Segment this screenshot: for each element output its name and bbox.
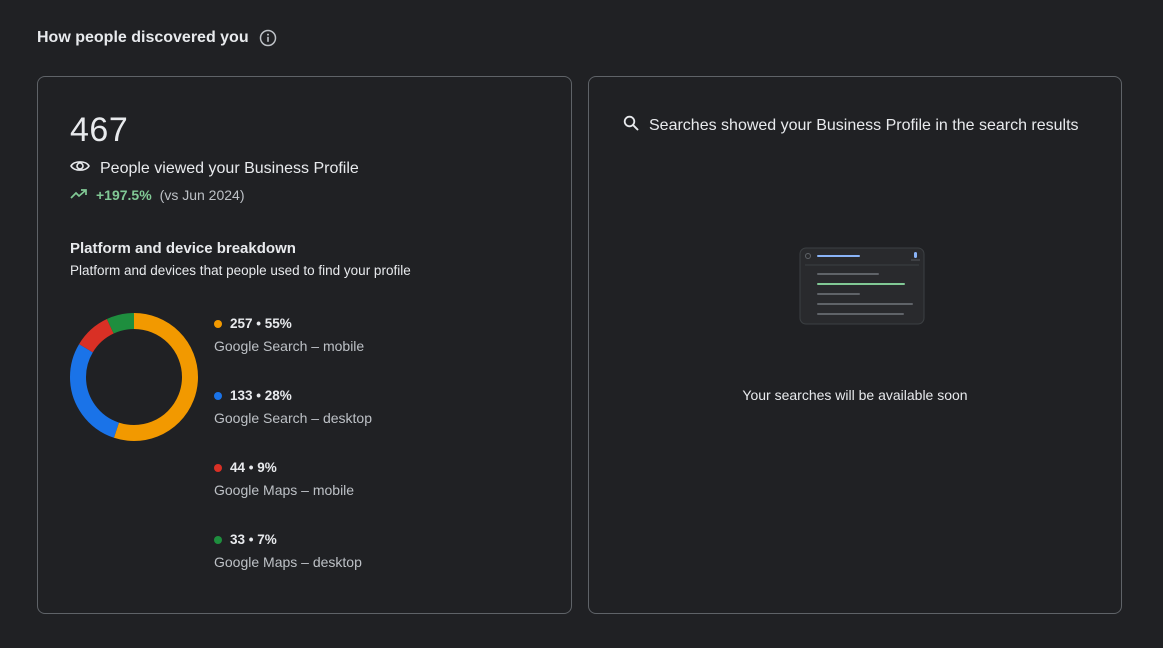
platform-donut-chart (70, 313, 198, 441)
views-row: People viewed your Business Profile (70, 159, 359, 178)
legend-item-maps-mobile: 44 • 9% Google Maps – mobile (214, 460, 372, 532)
section-title: How people discovered you (37, 29, 249, 46)
section-header: How people discovered you (37, 29, 277, 47)
breakdown-legend: 257 • 55% Google Search – mobile 133 • 2… (214, 316, 372, 604)
searches-header: Searches showed your Business Profile in… (623, 115, 1079, 136)
legend-value: 44 • 9% (230, 460, 277, 475)
legend-label: Google Maps – desktop (214, 554, 362, 570)
legend-label: Google Search – desktop (214, 410, 372, 426)
search-results-illustration (799, 247, 925, 325)
legend-label: Google Maps – mobile (214, 482, 355, 498)
trend-comparison: (vs Jun 2024) (159, 187, 245, 203)
page: How people discovered you 467 People vie… (0, 0, 1163, 648)
legend-dot (214, 319, 222, 328)
trend-row: +197.5% (vs Jun 2024) (70, 187, 245, 203)
breakdown-title: Platform and device breakdown (70, 240, 296, 257)
search-icon (623, 115, 639, 136)
legend-value: 33 • 7% (230, 532, 277, 547)
eye-icon (70, 159, 90, 178)
legend-label: Google Search – mobile (214, 338, 365, 354)
searches-title: Searches showed your Business Profile in… (649, 116, 1079, 134)
legend-item-search-mobile: 257 • 55% Google Search – mobile (214, 316, 372, 388)
legend-item-search-desktop: 133 • 28% Google Search – desktop (214, 388, 372, 460)
views-count: 467 (70, 111, 129, 149)
trending-up-icon (70, 187, 88, 203)
views-label: People viewed your Business Profile (100, 159, 359, 177)
legend-dot (214, 463, 222, 472)
trend-percentage: +197.5% (96, 187, 152, 203)
searches-empty-message: Your searches will be available soon (742, 387, 968, 403)
legend-dot (214, 391, 222, 400)
legend-dot (214, 535, 222, 544)
legend-item-maps-desktop: 33 • 7% Google Maps – desktop (214, 532, 372, 604)
breakdown-subtitle: Platform and devices that people used to… (70, 263, 411, 278)
legend-value: 257 • 55% (230, 316, 292, 331)
searches-card: Searches showed your Business Profile in… (588, 76, 1122, 614)
profile-views-card: 467 People viewed your Business Profile … (37, 76, 572, 614)
info-icon[interactable] (259, 29, 277, 47)
legend-value: 133 • 28% (230, 388, 292, 403)
